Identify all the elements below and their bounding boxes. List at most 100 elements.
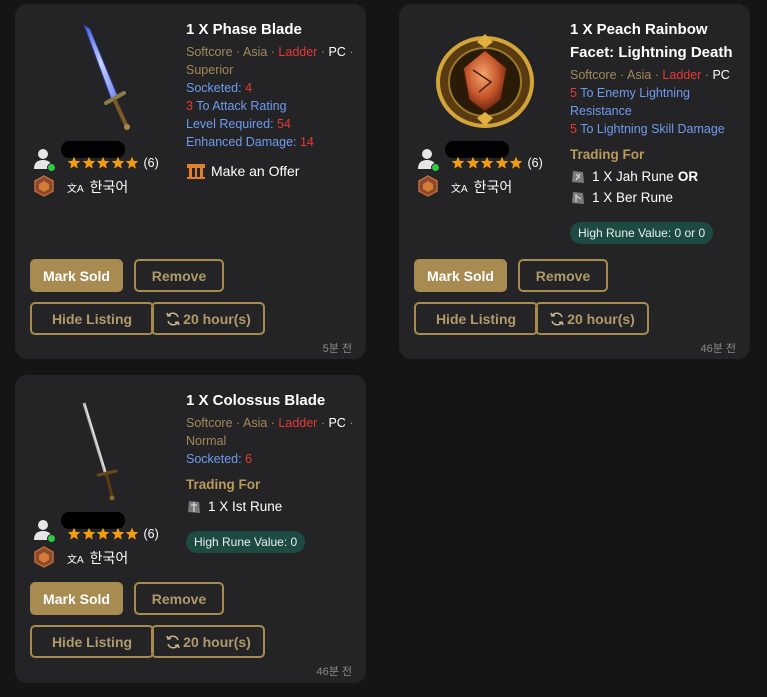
offer-label: Make an Offer [211,163,300,179]
remove-button[interactable]: Remove [518,259,608,292]
platform-label: PC [712,68,730,82]
relist-duration-button[interactable]: 20 hour(s) [535,302,649,335]
remove-button[interactable]: Remove [134,582,224,615]
high-rune-value-badge: High Rune Value: 0 or 0 [570,222,714,244]
make-offer-link[interactable]: Make an Offer [186,162,299,180]
platform-label: PC [328,416,346,430]
relist-duration-button[interactable]: 20 hour(s) [151,302,265,335]
sync-icon [166,634,180,649]
ladder-label: Ladder [278,416,318,430]
item-prop: 5 To Lightning Skill Damage [570,122,725,136]
trade-badge-icon [34,175,54,197]
item-title: 1 X Phase Blade [186,21,302,38]
rune-icon [188,500,200,513]
relist-duration-button[interactable]: 20 hour(s) [151,625,265,658]
rating-count: (6) [143,156,159,170]
star-icon [111,156,124,169]
listing-card: 1 X Phase Blade Softcore · Asia · Ladder… [15,4,366,359]
star-icon [495,156,508,169]
star-icon [82,156,95,169]
ladder-label: Ladder [662,68,702,82]
online-status-dot [47,163,56,172]
trading-for-heading: Trading For [186,477,261,492]
star-icon [125,156,139,169]
star-icon [509,156,523,169]
mark-sold-button[interactable]: Mark Sold [414,259,507,292]
item-meta: Softcore · Asia · Ladder · PC [570,68,730,82]
sync-icon [166,311,180,326]
quality-label: Normal [186,434,227,448]
star-icon [96,156,110,169]
item-info: 1 X Peach Rainbow Facet: Lightning Death… [570,18,742,244]
rating-count: (6) [143,527,159,541]
star-icon [451,156,465,169]
hide-listing-button[interactable]: Hide Listing [30,302,154,335]
mark-sold-button[interactable]: Mark Sold [30,259,123,292]
rune-icon [572,191,584,204]
rune-option: 1 X Ber Rune [570,187,742,208]
mode-label: Softcore [186,416,233,430]
rune-icon [572,170,584,183]
star-icon [67,156,81,169]
item-image-phase-blade [41,20,161,140]
online-status-dot [431,163,440,172]
star-icon [82,527,95,540]
item-prop: Socketed: 4 [186,81,253,95]
trade-badge-icon [418,175,438,197]
item-prop: Level Required: 54 [186,117,291,131]
posted-time: 46분 전 [700,343,736,355]
rune-option: 1 X Ist Rune [186,496,358,517]
quality-label: Superior [186,63,234,77]
seller-rating: (6) [67,156,159,170]
high-rune-value-badge: High Rune Value: 0 [186,531,306,553]
star-icon [480,156,494,169]
item-image-rainbow-facet [425,20,545,140]
star-icon [466,156,479,169]
seller-language: 文A 한국어 [451,179,513,195]
mark-sold-button[interactable]: Mark Sold [30,582,123,615]
language-icon: 文A [451,183,468,195]
item-image-colossus-blade [41,391,161,511]
star-icon [96,527,110,540]
item-title: 1 X Colossus Blade [186,392,326,409]
item-title: 1 X Peach Rainbow Facet: Lightning Death [570,21,733,61]
hide-listing-button[interactable]: Hide Listing [414,302,538,335]
item-prop: 3 To Attack Rating [186,99,287,113]
item-prop: Enhanced Damage: 14 [186,135,314,149]
rune-option: 1 X Jah Rune OR [570,166,742,187]
remove-button[interactable]: Remove [134,259,224,292]
item-meta: Softcore · Asia · Ladder · PC · [186,416,354,430]
seller-language: 文A 한국어 [67,179,129,195]
mode-label: Softcore [570,68,617,82]
posted-time: 5분 전 [322,343,352,355]
hide-listing-button[interactable]: Hide Listing [30,625,154,658]
language-icon: 文A [67,183,84,195]
offer-icon [187,164,205,179]
listing-card: 1 X Colossus Blade Softcore · Asia · Lad… [15,375,366,683]
region-label: Asia [242,45,268,59]
online-status-dot [47,534,56,543]
region-label: Asia [626,68,652,82]
star-icon [125,527,139,540]
trade-badge-icon [34,546,54,568]
ladder-label: Ladder [278,45,318,59]
platform-label: PC [328,45,346,59]
region-label: Asia [242,416,268,430]
rating-count: (6) [527,156,543,170]
item-prop: 5 To Enemy Lightning Resistance [570,86,690,118]
star-icon [111,527,124,540]
mode-label: Softcore [186,45,233,59]
sync-icon [550,311,564,326]
seller-language: 文A 한국어 [67,550,129,566]
posted-time: 46분 전 [316,666,352,678]
seller-rating: (6) [451,156,543,170]
item-info: 1 X Phase Blade Softcore · Asia · Ladder… [186,18,358,151]
language-icon: 文A [67,554,84,566]
seller-rating: (6) [67,527,159,541]
item-prop: Socketed: 6 [186,452,253,466]
listing-card: 1 X Peach Rainbow Facet: Lightning Death… [399,4,750,359]
item-info: 1 X Colossus Blade Softcore · Asia · Lad… [186,389,358,553]
trading-for-heading: Trading For [570,147,645,162]
star-icon [67,527,81,540]
item-meta: Softcore · Asia · Ladder · PC · [186,45,354,59]
